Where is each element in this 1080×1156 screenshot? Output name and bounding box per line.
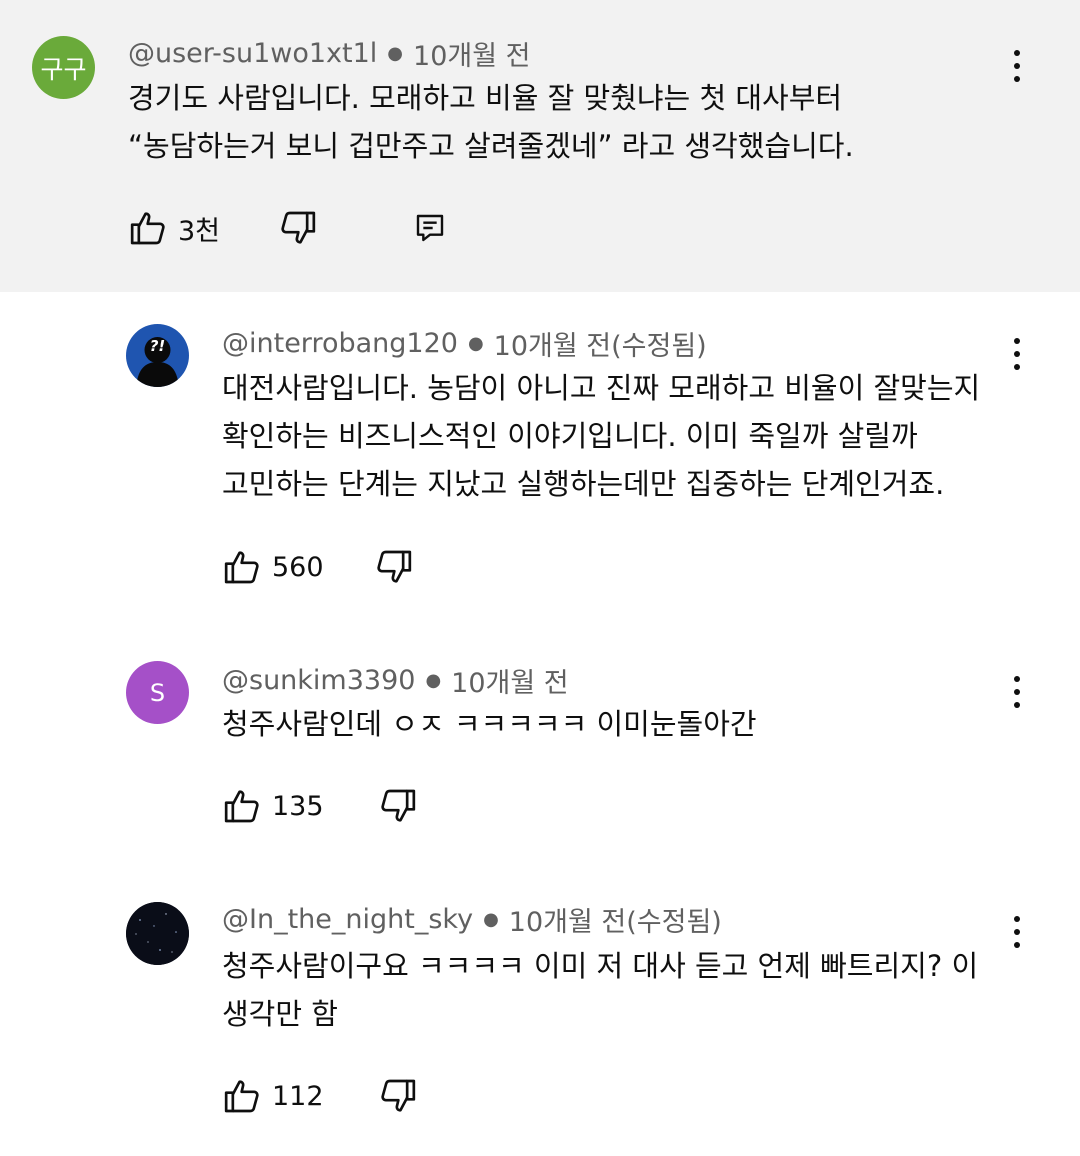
separator-dot: ● bbox=[387, 43, 404, 64]
reply-button[interactable] bbox=[414, 212, 446, 244]
comment-meta: @In_the_night_sky ● 10개월 전(수정됨) bbox=[222, 900, 722, 939]
like-button[interactable]: 112 bbox=[222, 1076, 324, 1116]
reply-comment: S @sunkim3390 ● 10개월 전 청주사람인데 ㅇㅈ ㅋㅋㅋㅋㅋ 이… bbox=[0, 630, 1080, 870]
avatar[interactable]: 구구 bbox=[32, 36, 95, 99]
thumbs-down-icon bbox=[281, 211, 316, 244]
dislike-button[interactable] bbox=[278, 208, 318, 248]
thumbs-down-icon bbox=[380, 1079, 415, 1112]
separator-dot: ● bbox=[467, 333, 484, 354]
comment-time: 10개월 전 bbox=[451, 668, 569, 699]
comment-author[interactable]: @In_the_night_sky bbox=[222, 904, 473, 935]
comment-text-line: “농담하는거 보니 겁만주고 살려줄겠네” 라고 생각했습니다. bbox=[128, 129, 854, 163]
avatar-initials: S bbox=[149, 678, 166, 707]
comment-author[interactable]: @user-su1wo1xt1l bbox=[128, 38, 377, 69]
comment-actions: 112 bbox=[222, 1076, 418, 1116]
comment-meta: @user-su1wo1xt1l ● 10개월 전 bbox=[128, 34, 530, 73]
comment-text-line: 확인하는 비즈니스적인 이야기입니다. 이미 죽일까 살릴까 bbox=[222, 419, 918, 453]
reply-comment: @In_the_night_sky ● 10개월 전(수정됨) 청주사람이구요 … bbox=[0, 870, 1080, 1156]
comment-time: 10개월 전(수정됨) bbox=[493, 331, 707, 362]
thumbs-up-icon bbox=[224, 551, 259, 584]
comment-actions: 3천 bbox=[128, 208, 446, 248]
comment-time: 10개월 전 bbox=[413, 41, 531, 72]
dislike-button[interactable] bbox=[378, 1076, 418, 1116]
avatar-initials: ?! bbox=[149, 337, 166, 355]
like-count: 560 bbox=[272, 551, 324, 583]
comment-author[interactable]: @sunkim3390 bbox=[222, 665, 415, 696]
comment-text-line: 고민하는 단계는 지났고 실행하는데만 집중하는 단계인거죠. bbox=[222, 467, 945, 501]
comment-meta: @interrobang120 ● 10개월 전(수정됨) bbox=[222, 324, 707, 363]
comment-text: 경기도 사람입니다. 모래하고 비율 잘 맞췄냐는 첫 대사부터 “농담하는거 … bbox=[128, 74, 854, 170]
like-count: 112 bbox=[272, 1080, 324, 1112]
dislike-button[interactable] bbox=[374, 547, 414, 587]
thumbs-up-icon bbox=[224, 790, 259, 823]
thumbs-down-icon bbox=[376, 550, 411, 583]
comment-text: 대전사람입니다. 농담이 아니고 진짜 모래하고 비율이 잘맞는지 확인하는 비… bbox=[222, 364, 980, 508]
like-count: 3천 bbox=[178, 215, 221, 247]
thumbs-down-icon bbox=[380, 789, 415, 822]
more-options-icon[interactable] bbox=[1002, 44, 1032, 88]
comment-text-line: 대전사람입니다. 농담이 아니고 진짜 모래하고 비율이 잘맞는지 bbox=[222, 371, 981, 405]
comment-author[interactable]: @interrobang120 bbox=[222, 328, 458, 359]
dislike-button[interactable] bbox=[378, 786, 418, 826]
comment-text-line: 경기도 사람입니다. 모래하고 비율 잘 맞췄냐는 첫 대사부터 bbox=[128, 81, 843, 115]
night-sky-avatar-icon bbox=[126, 902, 189, 965]
separator-dot: ● bbox=[425, 670, 442, 691]
like-button[interactable]: 135 bbox=[222, 786, 324, 826]
comment-actions: 135 bbox=[222, 786, 418, 826]
avatar-initials: 구구 bbox=[40, 54, 87, 84]
like-button[interactable]: 3천 bbox=[128, 208, 220, 248]
comment-text-line: 청주사람인데 ㅇㅈ ㅋㅋㅋㅋㅋ 이미눈돌아간 bbox=[222, 707, 757, 741]
silhouette-avatar-icon bbox=[136, 337, 179, 387]
thumbs-up-icon bbox=[130, 212, 165, 245]
comment-actions: 560 bbox=[222, 547, 414, 587]
comment-text: 청주사람이구요 ㅋㅋㅋㅋ 이미 저 대사 듣고 언제 빠트리지? 이 생각만 함 bbox=[222, 942, 978, 1038]
reply-icon bbox=[416, 214, 444, 242]
comment-meta: @sunkim3390 ● 10개월 전 bbox=[222, 661, 569, 700]
more-options-icon[interactable] bbox=[1002, 910, 1032, 954]
comment-text-line: 생각만 함 bbox=[222, 997, 338, 1031]
comment-text-line: 청주사람이구요 ㅋㅋㅋㅋ 이미 저 대사 듣고 언제 빠트리지? 이 bbox=[222, 949, 979, 983]
like-button[interactable]: 560 bbox=[222, 547, 324, 587]
avatar[interactable] bbox=[126, 902, 189, 965]
like-count: 135 bbox=[272, 790, 324, 822]
more-options-icon[interactable] bbox=[1002, 670, 1032, 714]
comment-text: 청주사람인데 ㅇㅈ ㅋㅋㅋㅋㅋ 이미눈돌아간 bbox=[222, 700, 757, 748]
thumbs-up-icon bbox=[224, 1080, 259, 1113]
comment-time: 10개월 전(수정됨) bbox=[508, 907, 722, 938]
avatar[interactable]: ?! bbox=[126, 324, 189, 387]
more-options-icon[interactable] bbox=[1002, 332, 1032, 376]
separator-dot: ● bbox=[483, 909, 499, 930]
avatar[interactable]: S bbox=[126, 661, 189, 724]
reply-comment: ?! @interrobang120 ● 10개월 전(수정됨) 대전사람입니다… bbox=[0, 292, 1080, 622]
comment-thread-top: 구구 @user-su1wo1xt1l ● 10개월 전 경기도 사람입니다. … bbox=[0, 0, 1080, 292]
